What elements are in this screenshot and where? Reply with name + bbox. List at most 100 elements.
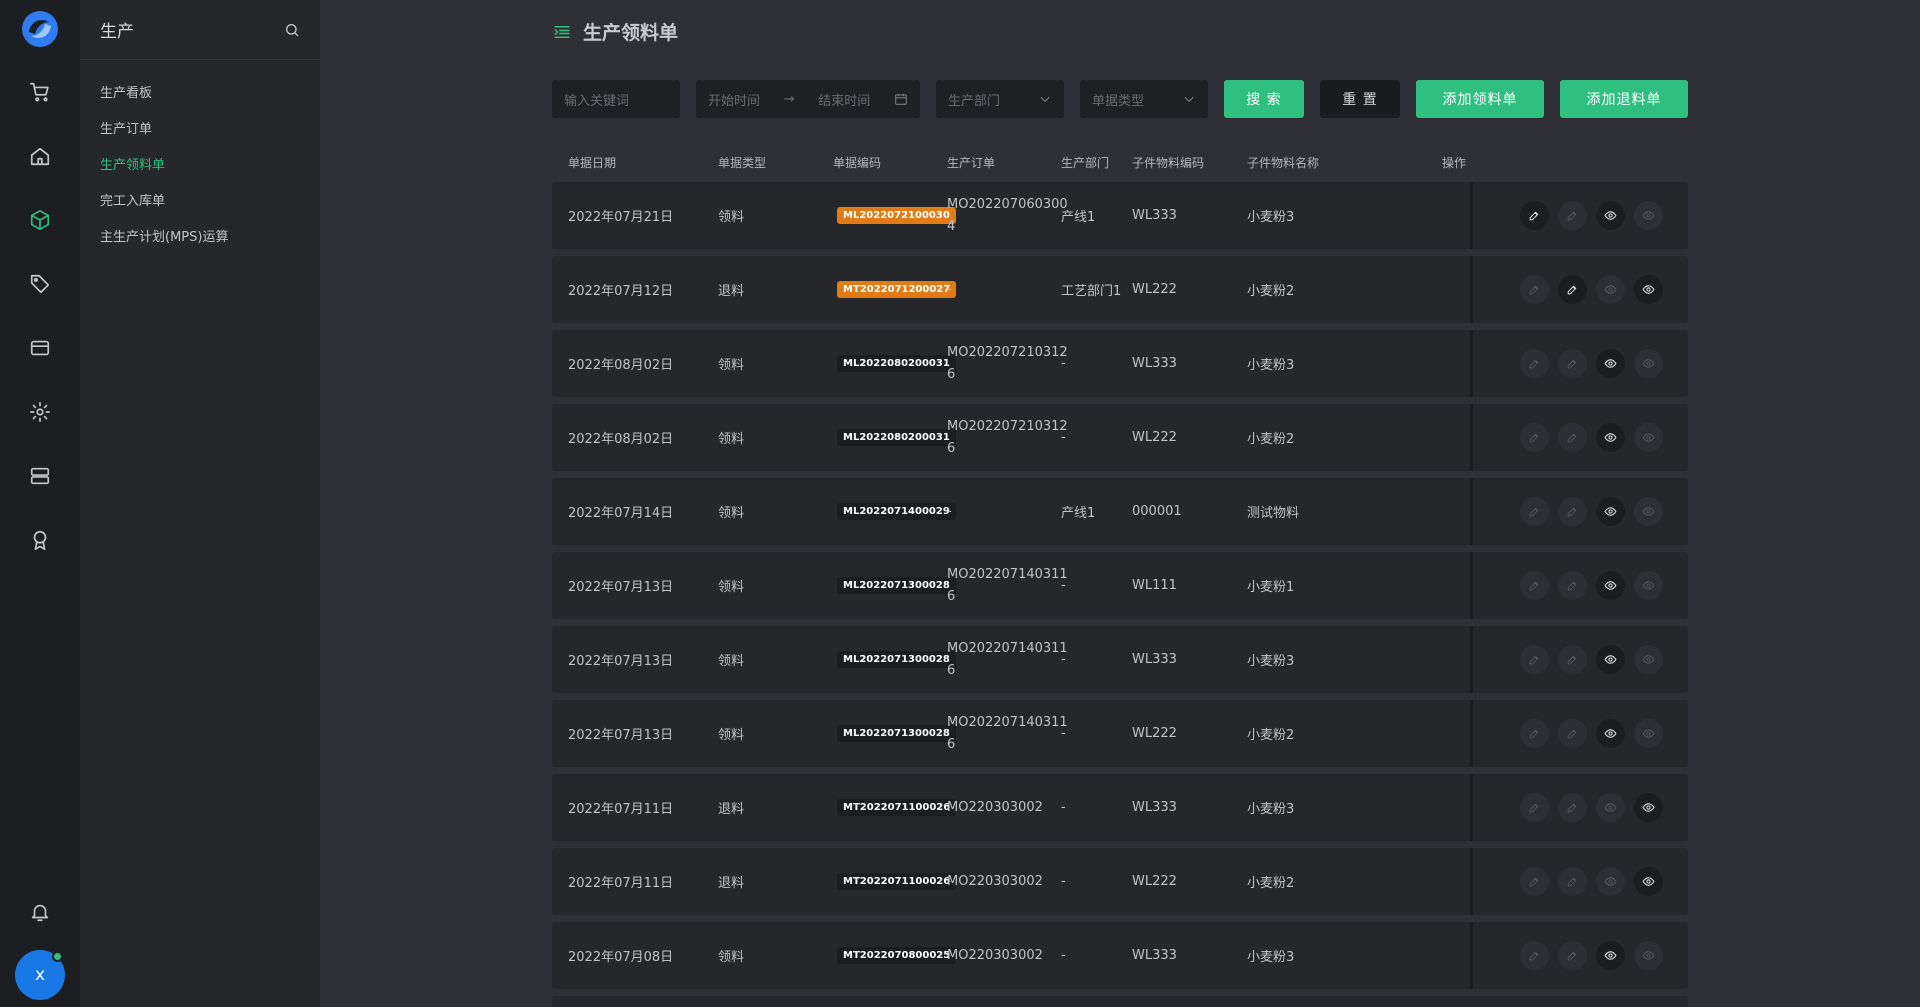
table-row[interactable]: 2022年08月02日 领料 ML2022080200031 MO2022072103… bbox=[552, 404, 1688, 471]
avatar[interactable]: x bbox=[15, 950, 65, 1000]
edit-icon[interactable] bbox=[1558, 719, 1587, 748]
edit-icon[interactable] bbox=[1558, 867, 1587, 896]
sub-sidebar-item[interactable]: 生产领料单 bbox=[80, 148, 320, 184]
doc-code-badge[interactable]: MT2022071100026 bbox=[837, 873, 957, 890]
eye-icon[interactable] bbox=[1634, 497, 1663, 526]
card-icon[interactable] bbox=[26, 334, 54, 362]
table-header: 单据日期 单据类型 单据编码 生产订单 生产部门 子件物料编码 子件物料名称 操作 bbox=[552, 150, 1688, 174]
table-row[interactable]: 2022年07月08日 领料 MT2022070800025 MO220303002 -… bbox=[552, 922, 1688, 989]
doc-code-badge[interactable]: ML2022071400029 bbox=[837, 503, 956, 520]
table-row[interactable]: 2022年07月13日 领料 ML2022071300028 MO2022071403… bbox=[552, 552, 1688, 619]
edit-icon[interactable] bbox=[1558, 201, 1587, 230]
sub-sidebar-item[interactable]: 主生产计划(MPS)运算 bbox=[80, 220, 320, 256]
reset-button[interactable]: 重 置 bbox=[1320, 80, 1400, 118]
edit-icon[interactable] bbox=[1558, 941, 1587, 970]
edit-icon[interactable] bbox=[1520, 275, 1549, 304]
sub-sidebar-item[interactable]: 生产看板 bbox=[80, 76, 320, 112]
sub-sidebar-item[interactable]: 生产订单 bbox=[80, 112, 320, 148]
doc-code-badge[interactable]: ML2022071300028 bbox=[837, 577, 956, 594]
eye-icon[interactable] bbox=[1596, 275, 1625, 304]
eye-icon[interactable] bbox=[1596, 349, 1625, 378]
table-row[interactable] bbox=[552, 996, 1688, 1007]
department-select[interactable]: 生产部门 bbox=[936, 80, 1064, 118]
eye-icon[interactable] bbox=[1596, 645, 1625, 674]
eye-icon[interactable] bbox=[1596, 201, 1625, 230]
doc-code-badge[interactable]: ML2022071300028 bbox=[837, 725, 956, 742]
fixed-column-divider bbox=[1470, 182, 1473, 249]
edit-icon[interactable] bbox=[1520, 201, 1549, 230]
doc-code-badge[interactable]: ML2022080200031 bbox=[837, 355, 956, 372]
edit-icon[interactable] bbox=[1520, 867, 1549, 896]
table-row[interactable]: 2022年07月21日 领料 ML2022072100030 MO2022070603… bbox=[552, 182, 1688, 249]
eye-icon[interactable] bbox=[1596, 423, 1625, 452]
sub-sidebar-item[interactable]: 完工入库单 bbox=[80, 184, 320, 220]
doc-code-cell: MT2022071100026 bbox=[837, 774, 957, 841]
edit-icon[interactable] bbox=[1520, 349, 1549, 378]
edit-icon[interactable] bbox=[1558, 571, 1587, 600]
doc-type-select[interactable]: 单据类型 bbox=[1080, 80, 1208, 118]
table-row[interactable]: 2022年07月11日 退料 MT2022071100026 MO220303002 -… bbox=[552, 848, 1688, 915]
eye-icon[interactable] bbox=[1596, 867, 1625, 896]
edit-icon[interactable] bbox=[1558, 349, 1587, 378]
edit-icon[interactable] bbox=[1520, 941, 1549, 970]
table-row[interactable]: 2022年07月13日 领料 ML2022071300028 MO2022071403… bbox=[552, 700, 1688, 767]
eye-icon[interactable] bbox=[1634, 793, 1663, 822]
eye-icon[interactable] bbox=[1634, 201, 1663, 230]
department-cell: - bbox=[1061, 356, 1066, 371]
eye-icon[interactable] bbox=[1634, 349, 1663, 378]
eye-icon[interactable] bbox=[1634, 423, 1663, 452]
eye-icon[interactable] bbox=[1634, 941, 1663, 970]
cart-icon[interactable] bbox=[26, 78, 54, 106]
edit-icon[interactable] bbox=[1520, 497, 1549, 526]
doc-code-badge[interactable]: MT2022071200027 bbox=[837, 281, 957, 298]
tag-icon[interactable] bbox=[26, 270, 54, 298]
eye-icon[interactable] bbox=[1596, 793, 1625, 822]
search-icon[interactable] bbox=[284, 22, 300, 38]
table-row[interactable]: 2022年07月11日 退料 MT2022071100026 MO220303002 -… bbox=[552, 774, 1688, 841]
keyword-input[interactable]: 输入关键词 bbox=[552, 80, 680, 118]
doc-code-badge[interactable]: ML2022080200031 bbox=[837, 429, 956, 446]
edit-icon[interactable] bbox=[1558, 645, 1587, 674]
edit-icon[interactable] bbox=[1520, 793, 1549, 822]
table-row[interactable]: 2022年07月13日 领料 ML2022071300028 MO2022071403… bbox=[552, 626, 1688, 693]
doc-code-badge[interactable]: MT2022070800025 bbox=[837, 947, 957, 964]
edit-icon[interactable] bbox=[1520, 571, 1549, 600]
eye-icon[interactable] bbox=[1634, 719, 1663, 748]
bell-icon[interactable] bbox=[26, 898, 54, 926]
edit-icon[interactable] bbox=[1520, 423, 1549, 452]
eye-icon[interactable] bbox=[1634, 571, 1663, 600]
eye-icon[interactable] bbox=[1634, 275, 1663, 304]
doc-code-badge[interactable]: ML2022072100030 bbox=[837, 207, 956, 224]
add-return-list-button[interactable]: 添加退料单 bbox=[1560, 80, 1688, 118]
server-icon[interactable] bbox=[26, 462, 54, 490]
table-row[interactable]: 2022年07月12日 退料 MT2022071200027- 工艺部门1 WL222 小… bbox=[552, 256, 1688, 323]
menu-fold-icon[interactable] bbox=[553, 23, 571, 41]
eye-icon[interactable] bbox=[1596, 719, 1625, 748]
eye-icon[interactable] bbox=[1634, 645, 1663, 674]
edit-icon[interactable] bbox=[1558, 423, 1587, 452]
app-logo[interactable] bbox=[21, 10, 59, 48]
doc-code-cell: ML2022080200031 bbox=[837, 404, 956, 471]
date-range-picker[interactable]: 开始时间 → 结束时间 bbox=[696, 80, 920, 118]
department-placeholder: 生产部门 bbox=[948, 93, 1001, 109]
eye-icon[interactable] bbox=[1596, 941, 1625, 970]
home-icon[interactable] bbox=[26, 142, 54, 170]
eye-icon[interactable] bbox=[1596, 497, 1625, 526]
edit-icon[interactable] bbox=[1558, 497, 1587, 526]
doc-code-badge[interactable]: MT2022071100026 bbox=[837, 799, 957, 816]
search-button[interactable]: 搜 索 bbox=[1224, 80, 1304, 118]
eye-icon[interactable] bbox=[1634, 867, 1663, 896]
cube-icon[interactable] bbox=[26, 206, 54, 234]
edit-icon[interactable] bbox=[1558, 793, 1587, 822]
doc-code-badge[interactable]: ML2022071300028 bbox=[837, 651, 956, 668]
edit-icon[interactable] bbox=[1520, 719, 1549, 748]
award-icon[interactable] bbox=[26, 526, 54, 554]
gear-icon[interactable] bbox=[26, 398, 54, 426]
eye-icon[interactable] bbox=[1596, 571, 1625, 600]
production-order-cell: MO2022071403116 bbox=[947, 566, 1068, 604]
edit-icon[interactable] bbox=[1558, 275, 1587, 304]
table-row[interactable]: 2022年08月02日 领料 ML2022080200031 MO2022072103… bbox=[552, 330, 1688, 397]
edit-icon[interactable] bbox=[1520, 645, 1549, 674]
add-pick-list-button[interactable]: 添加领料单 bbox=[1416, 80, 1544, 118]
table-row[interactable]: 2022年07月14日 领料 ML2022071400029- 产线1 000001 测试… bbox=[552, 478, 1688, 545]
